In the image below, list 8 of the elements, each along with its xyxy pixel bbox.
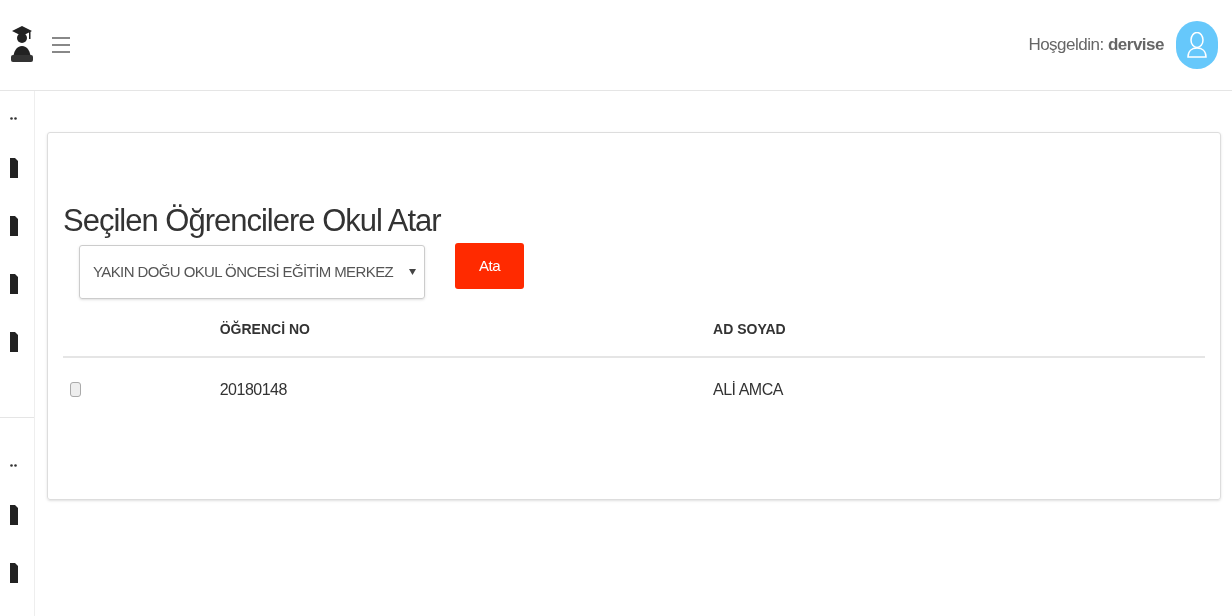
assign-button[interactable]: Ata <box>455 243 524 289</box>
welcome-text: Hoşgeldin: dervise <box>1028 34 1164 57</box>
panel-title: Seçilen Öğrencilere Okul Atar <box>63 202 442 240</box>
column-header: AD SOYAD <box>713 321 786 337</box>
column-header: ÖĞRENCİ NO <box>219 321 310 337</box>
table-cell: ALİ AMCA <box>713 380 783 398</box>
school-select[interactable]: YAKIN DOĞU OKUL ÖNCESİ EĞİTİM MERKEZ <box>79 245 425 299</box>
table-cell: 20180148 <box>219 380 287 398</box>
